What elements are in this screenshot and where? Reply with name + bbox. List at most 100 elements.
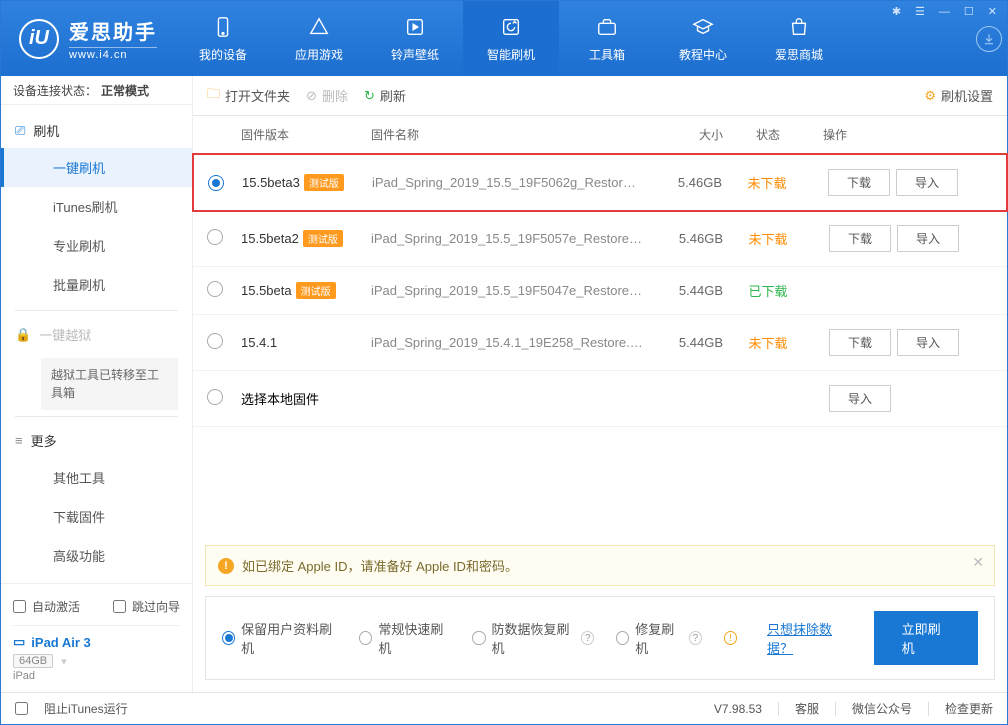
firmware-name: iPad_Spring_2019_15.5_19F5047e_Restore.i…	[371, 283, 643, 298]
table-row[interactable]: 15.5beta3测试版iPad_Spring_2019_15.5_19F506…	[192, 153, 1008, 212]
option-repair[interactable]: 修复刷机 ?	[616, 619, 702, 657]
minimize-button[interactable]: —	[935, 4, 954, 20]
radio-firmware[interactable]	[207, 229, 223, 245]
firmware-size: 5.44GB	[643, 283, 723, 298]
device-type: iPad	[13, 670, 35, 682]
gear-icon: ⚙	[924, 88, 936, 104]
nav-tutorials[interactable]: 教程中心	[655, 1, 751, 76]
app-title: 爱思助手	[69, 16, 157, 45]
tablet-icon: ▭	[13, 634, 25, 650]
menu2-icon[interactable]: ☰	[911, 3, 929, 20]
sidebar-item-batch-flash[interactable]: 批量刷机	[1, 265, 192, 304]
mall-icon	[786, 14, 812, 40]
auto-activate-checkbox[interactable]	[13, 600, 26, 613]
sidebar-item-itunes-flash[interactable]: iTunes刷机	[1, 187, 192, 226]
device-capacity: 64GB	[13, 654, 53, 668]
radio-firmware[interactable]	[207, 333, 223, 349]
option-normal[interactable]: 常规快速刷机	[359, 619, 450, 657]
version-label: V7.98.53	[714, 702, 762, 716]
more-icon: ≡	[15, 433, 23, 448]
radio-repair[interactable]	[616, 631, 629, 645]
firmware-name: iPad_Spring_2019_15.4.1_19E258_Restore.i…	[371, 335, 643, 350]
flash-now-button[interactable]: 立即刷机	[874, 611, 978, 665]
table-row[interactable]: 15.4.1iPad_Spring_2019_15.4.1_19E258_Res…	[193, 315, 1007, 371]
folder-icon: 🗀	[207, 85, 220, 107]
beta-badge: 测试版	[303, 230, 343, 247]
download-button[interactable]: 下载	[828, 169, 890, 196]
sidebar-group-jailbreak: 🔒 一键越狱	[1, 317, 192, 352]
customer-service-link[interactable]: 客服	[795, 700, 819, 717]
body: 设备连接状态： 正常模式 ⎚ 刷机 一键刷机 iTunes刷机 专业刷机 批量刷…	[1, 76, 1007, 692]
flash-settings-button[interactable]: ⚙ 刷机设置	[924, 86, 993, 105]
table-row[interactable]: 15.5beta测试版iPad_Spring_2019_15.5_19F5047…	[193, 267, 1007, 315]
import-button[interactable]: 导入	[829, 385, 891, 412]
maximize-button[interactable]: ☐	[960, 3, 978, 20]
wechat-link[interactable]: 微信公众号	[852, 700, 912, 717]
ringtone-icon	[402, 14, 428, 40]
nav-my-device[interactable]: 我的设备	[175, 1, 271, 76]
erase-data-link[interactable]: 只想抹除数据？	[767, 619, 852, 657]
radio-anti[interactable]	[472, 631, 485, 645]
device-icon	[210, 14, 236, 40]
col-version: 固件版本	[241, 126, 371, 143]
nav-toolbox[interactable]: 工具箱	[559, 1, 655, 76]
main-panel: 🗀 打开文件夹 ⊘ 删除 ↻ 刷新 ⚙ 刷机设置 固件版本 固件名称 大小 状态	[193, 76, 1007, 692]
download-button[interactable]: 下载	[829, 329, 891, 356]
delete-button[interactable]: ⊘ 删除	[306, 86, 348, 105]
nav-flash[interactable]: 智能刷机	[463, 1, 559, 76]
col-name: 固件名称	[371, 126, 643, 143]
jailbreak-note: 越狱工具已转移至工具箱	[41, 358, 178, 410]
close-notice-button[interactable]: ✕	[972, 554, 984, 571]
firmware-size: 5.44GB	[643, 335, 723, 350]
app-url: www.i4.cn	[69, 47, 157, 61]
sidebar-item-pro-flash[interactable]: 专业刷机	[1, 226, 192, 265]
import-button[interactable]: 导入	[896, 169, 958, 196]
block-itunes-checkbox[interactable]	[15, 702, 28, 715]
open-folder-button[interactable]: 🗀 打开文件夹	[207, 85, 290, 107]
device-name[interactable]: ▭ iPad Air 3	[13, 626, 180, 654]
import-button[interactable]: 导入	[897, 225, 959, 252]
radio-keep-data[interactable]	[222, 631, 235, 645]
firmware-size: 5.46GB	[642, 175, 722, 190]
download-button[interactable]: 下载	[829, 225, 891, 252]
skip-guide-checkbox[interactable]	[113, 600, 126, 613]
nav-ringtones[interactable]: 铃声壁纸	[367, 1, 463, 76]
local-firmware-label: 选择本地固件	[241, 389, 643, 408]
option-keep-data[interactable]: 保留用户资料刷机	[222, 619, 337, 657]
firmware-status: 未下载	[722, 173, 812, 192]
notice-text: 如已绑定 Apple ID，请准备好 Apple ID和密码。	[242, 556, 518, 575]
table-row[interactable]: 15.5beta2测试版iPad_Spring_2019_15.5_19F505…	[193, 211, 1007, 267]
sidebar: 设备连接状态： 正常模式 ⎚ 刷机 一键刷机 iTunes刷机 专业刷机 批量刷…	[1, 76, 193, 692]
firmware-status: 已下载	[723, 281, 813, 300]
option-anti-recovery[interactable]: 防数据恢复刷机 ?	[472, 619, 594, 657]
flash-icon	[498, 14, 524, 40]
import-button[interactable]: 导入	[897, 329, 959, 356]
firmware-version: 15.5beta3	[242, 175, 300, 190]
chevron-down-icon[interactable]: ▾	[61, 655, 67, 668]
radio-normal[interactable]	[359, 631, 372, 645]
close-button[interactable]: ✕	[984, 3, 1001, 20]
nav-mall[interactable]: 爱思商城	[751, 1, 847, 76]
sidebar-item-oneclick-flash[interactable]: 一键刷机	[1, 148, 192, 187]
check-update-link[interactable]: 检查更新	[945, 700, 993, 717]
firmware-status: 未下载	[723, 333, 813, 352]
sidebar-item-advanced[interactable]: 高级功能	[1, 536, 192, 575]
sidebar-group-more[interactable]: ≡ 更多	[1, 423, 192, 458]
col-ops: 操作	[813, 126, 993, 143]
connection-status: 设备连接状态： 正常模式	[1, 76, 192, 105]
table-header: 固件版本 固件名称 大小 状态 操作	[193, 116, 1007, 154]
radio-local[interactable]	[207, 389, 223, 405]
radio-firmware[interactable]	[208, 175, 224, 191]
sidebar-item-other-tools[interactable]: 其他工具	[1, 458, 192, 497]
sidebar-group-flash[interactable]: ⎚ 刷机	[1, 113, 192, 148]
device-panel: 自动激活 跳过向导 ▭ iPad Air 3 64GB ▾ iPad	[1, 583, 192, 692]
nav-apps[interactable]: 应用游戏	[271, 1, 367, 76]
col-status: 状态	[723, 126, 813, 143]
refresh-button[interactable]: ↻ 刷新	[364, 86, 406, 105]
radio-firmware[interactable]	[207, 281, 223, 297]
menu1-icon[interactable]: ✱	[888, 3, 905, 20]
help-icon[interactable]: ?	[581, 631, 594, 645]
window-controls: ✱ ☰ — ☐ ✕	[888, 3, 1001, 20]
help-icon[interactable]: ?	[689, 631, 702, 645]
sidebar-item-download-firmware[interactable]: 下载固件	[1, 497, 192, 536]
